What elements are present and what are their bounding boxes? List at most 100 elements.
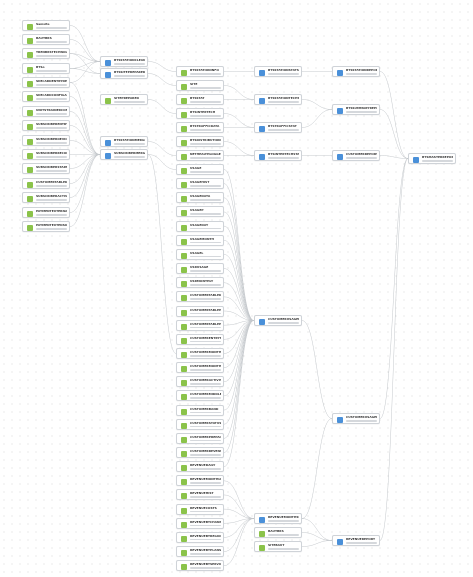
- inputs-node[interactable]: REVENUEBYCHANNEL: [176, 517, 224, 529]
- edge: [223, 225, 255, 321]
- inputs-node[interactable]: REVENUEHIST: [176, 489, 224, 501]
- stage3-node[interactable]: CUSTOMERUSAGEPRE: [254, 315, 302, 326]
- node-subtitle-placeholder: [190, 482, 221, 484]
- node-subtitle-placeholder: [190, 411, 221, 414]
- stage1-label: BTSSITEPREPARED: [114, 70, 145, 74]
- inputs-node[interactable]: CUSTOMERMIDDLES: [176, 390, 224, 402]
- sources-node[interactable]: UNITSTRAINERCONNECTED: [22, 106, 70, 117]
- table-source-icon: [27, 52, 33, 58]
- inputs-node[interactable]: REVENUECOSTS: [176, 503, 224, 515]
- inputs-label: REVENUEBYPLANS: [190, 548, 221, 553]
- inputs-node[interactable]: BTSINTERTECH: [176, 108, 224, 119]
- edge: [223, 211, 255, 321]
- table-source-icon: [181, 112, 187, 118]
- inputs-node[interactable]: CUSTOMERTABLEDATA: [176, 291, 224, 303]
- sources-node[interactable]: TRENBRSTECHNOLOGY: [22, 48, 70, 59]
- inputs-node[interactable]: USAGEP: [176, 206, 224, 218]
- stage1-node[interactable]: SUBSCRIBERMERGED: [100, 149, 148, 160]
- stage4-label: CUSTOMERUSAGEREPORT: [346, 415, 377, 419]
- stage4-node[interactable]: CUSTOMERREPORT: [332, 150, 380, 161]
- sources-label: PAYMENTEXTENSIONS: [36, 223, 67, 227]
- inputs-node[interactable]: USRUSAGE: [176, 263, 224, 275]
- sources-label: SIMCARDCONFIGAMT: [36, 93, 67, 97]
- sources-node[interactable]: SUBSCRIBERENTRYS: [22, 120, 70, 131]
- table-source-icon: [27, 196, 33, 202]
- inputs-node[interactable]: CUSTOMERMONTHLYS: [176, 347, 224, 359]
- sources-node[interactable]: SIMCARDENTRYDETAIL: [22, 77, 70, 88]
- sources-node[interactable]: SUBSCRIBERDEVICES: [22, 135, 70, 146]
- inputs-node[interactable]: CUSTOMERBAND: [176, 404, 224, 416]
- stage3-node[interactable]: SITEBAUT: [254, 541, 302, 552]
- table-source-icon: [181, 70, 187, 76]
- node-subtitle-placeholder: [36, 185, 67, 187]
- inputs-label: CUSTOMERENTRYS: [190, 335, 221, 340]
- sources-node[interactable]: CUSTOMERTABLEDATA: [22, 178, 70, 189]
- stage4-node[interactable]: BTSSUMMARYREPORT: [332, 104, 380, 115]
- inputs-node[interactable]: CUSTOMERPREPAID: [176, 432, 224, 444]
- inputs-node[interactable]: REVENUEBYSERVICE: [176, 560, 224, 572]
- inputs-node[interactable]: CUSTOMERTABLEPROD: [176, 319, 224, 331]
- sources-node[interactable]: SUBSCRIBERSTARTERPACK: [22, 163, 70, 174]
- inputs-node[interactable]: REVENUEDAILY: [176, 461, 224, 473]
- inputs-node[interactable]: BTSSTATIONINFO: [176, 66, 224, 77]
- sources-node[interactable]: PAYMENTEXTERNAL: [22, 207, 70, 218]
- stage3-node[interactable]: BTSSTATIONSTATS: [254, 66, 302, 77]
- sources-node[interactable]: SIMCARDCONFIGAMT: [22, 91, 70, 102]
- stage3-node[interactable]: BTSSTATIONTECHS: [254, 94, 302, 105]
- stage3-node[interactable]: BTSTRAFFICSTAT: [254, 122, 302, 133]
- sources-label: SUBSCRIBERENTRYS: [36, 122, 67, 126]
- stage4-node[interactable]: BTSSTATIONREPORT: [332, 66, 380, 77]
- inputs-node[interactable]: SITE: [176, 80, 224, 91]
- inputs-node[interactable]: CUSTOMERSTATUS: [176, 418, 224, 430]
- inputs-node[interactable]: CUSTOMERACTIVITYS: [176, 376, 224, 388]
- inputs-node[interactable]: REVENUEBYPLANS: [176, 546, 224, 558]
- inputs-node[interactable]: USAGEL: [176, 248, 224, 260]
- stage1-node[interactable]: BTSSITEPREPARED: [100, 68, 148, 79]
- inputs-node[interactable]: CUSTOMERREVENUE: [176, 447, 224, 458]
- node-subtitle-placeholder: [268, 157, 299, 159]
- stage3-node[interactable]: BTSINTERTECHSTAT: [254, 150, 302, 161]
- edge: [147, 154, 177, 354]
- node-subtitle-placeholder: [190, 143, 221, 145]
- table-source-icon: [27, 124, 33, 130]
- inputs-node[interactable]: BTSDISTRIBUTIONPROD: [176, 136, 224, 147]
- stage3-node[interactable]: REVENUEMONTHSUM: [254, 513, 302, 524]
- inputs-node[interactable]: USAGEMONTH: [176, 234, 224, 246]
- inputs-node[interactable]: REVENUEMONTHLY: [176, 475, 224, 487]
- transform-icon: [259, 517, 265, 523]
- stage1-node[interactable]: BTSSTATIONMERGED: [100, 136, 148, 147]
- inputs-node[interactable]: CUSTOMERENTRYS: [176, 333, 224, 345]
- inputs-node[interactable]: CUSTOMERTABLEHIST: [176, 305, 224, 317]
- node-subtitle-placeholder: [190, 354, 221, 357]
- sources-node[interactable]: SUBSCRIBERRECORDS: [22, 149, 70, 160]
- node-subtitle-placeholder: [190, 383, 221, 385]
- table-source-icon: [181, 408, 187, 415]
- sources-node[interactable]: PAYMENTEXTENSIONS: [22, 221, 70, 232]
- stage4-node[interactable]: CUSTOMERUSAGEREPORT: [332, 413, 380, 424]
- inputs-node[interactable]: REVENUEBYREGION: [176, 531, 224, 543]
- final-node[interactable]: BTSMASTERREPORT: [408, 153, 456, 164]
- sources-node[interactable]: Samsite: [22, 20, 70, 31]
- sources-node[interactable]: BAUTBRS: [22, 34, 70, 45]
- stage1-node[interactable]: BTSSTATIONCLEAN: [100, 56, 148, 67]
- sources-node[interactable]: BTSo: [22, 63, 70, 74]
- node-subtitle-placeholder: [190, 468, 221, 470]
- inputs-node[interactable]: BTSTRAFFICDATA: [176, 122, 224, 133]
- inputs-node[interactable]: BTSSTAT: [176, 94, 224, 105]
- node-subtitle-placeholder: [346, 542, 377, 544]
- stage1-node[interactable]: SITEPREPARED: [100, 94, 148, 105]
- edge: [301, 418, 333, 519]
- inputs-node[interactable]: USAGEHIST: [176, 178, 224, 190]
- inputs-node[interactable]: CUSTOMERMONTHSUM: [176, 362, 224, 374]
- inputs-node[interactable]: USAGEDAY: [176, 220, 224, 232]
- inputs-node[interactable]: NETHEALTHLOGGER: [176, 150, 224, 161]
- inputs-node[interactable]: USAGEDATA: [176, 192, 224, 204]
- stage4-node[interactable]: REVENUEREPORT: [332, 535, 380, 546]
- table-source-icon: [259, 531, 265, 537]
- node-subtitle-placeholder: [190, 496, 221, 499]
- sources-node[interactable]: SUBSCRIBERACTIVITYS: [22, 192, 70, 203]
- table-source-icon: [181, 366, 187, 373]
- inputs-node[interactable]: USRMONTHLY: [176, 277, 224, 289]
- inputs-node[interactable]: USAGE: [176, 164, 224, 175]
- stage3-node[interactable]: BAUTBRS: [254, 527, 302, 538]
